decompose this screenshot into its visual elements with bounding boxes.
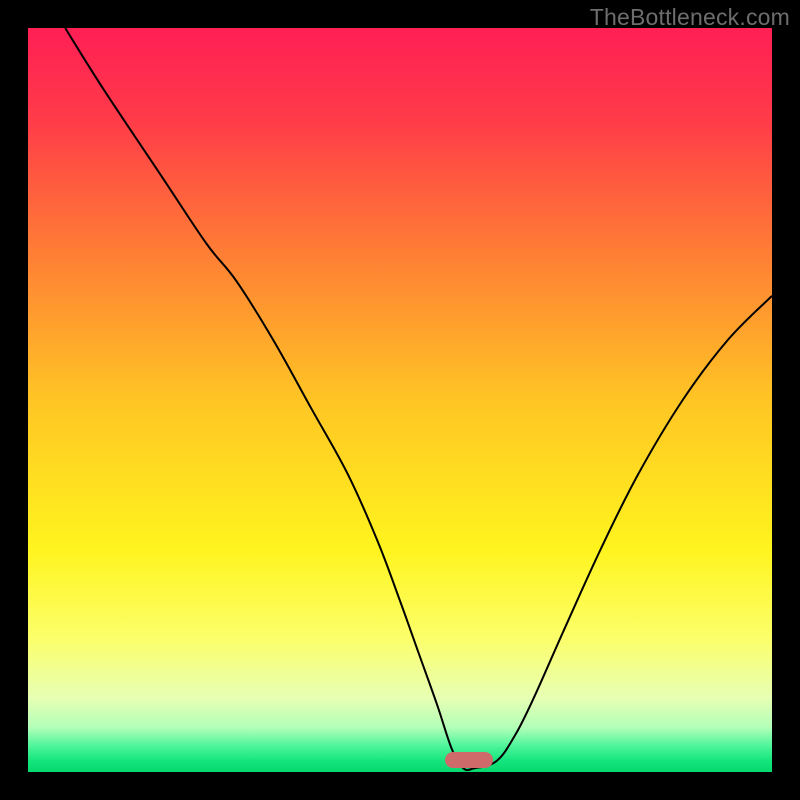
optimum-marker <box>445 752 493 768</box>
plot-area <box>28 28 772 772</box>
chart-frame: TheBottleneck.com <box>0 0 800 800</box>
heat-gradient-background <box>28 28 772 772</box>
watermark-text: TheBottleneck.com <box>590 4 790 31</box>
